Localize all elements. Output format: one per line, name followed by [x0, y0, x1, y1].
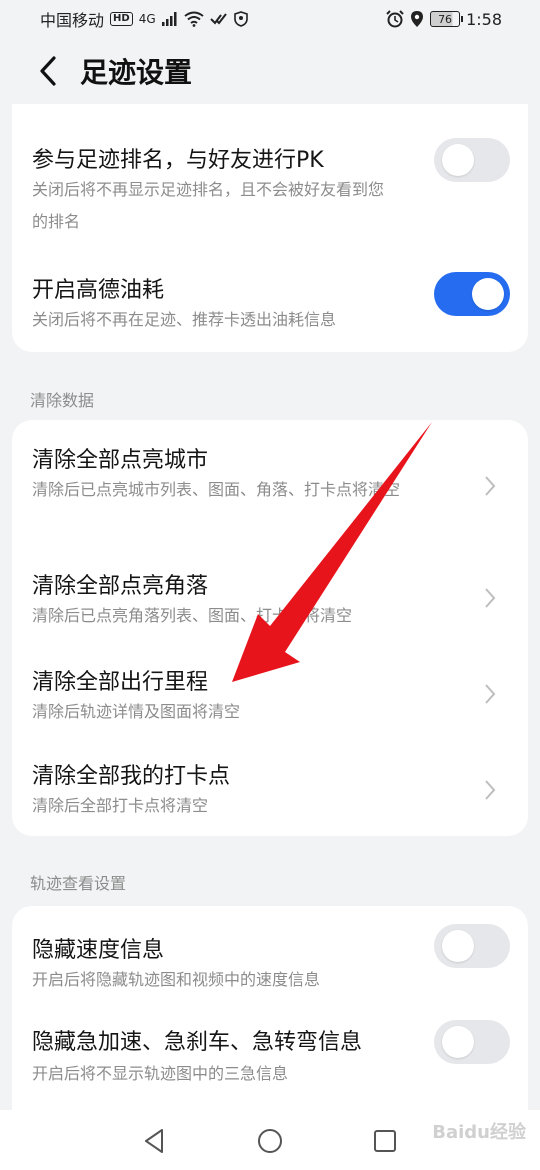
status-bar: 中国移动 HD 4G 76 1:58: [0, 0, 540, 38]
chevron-right-icon: [485, 476, 496, 496]
clear-row-trips[interactable]: 清除全部出行里程 清除后轨迹详情及图面将清空: [12, 650, 528, 744]
item-title: 清除全部我的打卡点: [32, 764, 231, 789]
chevron-right-icon: [485, 684, 496, 704]
setting-title: 参与足迹排名，与好友进行PK: [32, 148, 324, 173]
clear-row-checkins[interactable]: 清除全部我的打卡点 清除后全部打卡点将清空: [12, 744, 528, 836]
alarm-icon: [386, 10, 404, 28]
setting-row-footprint-ranking[interactable]: 参与足迹排名，与好友进行PK 关闭后将不再显示足迹排名，且不会被好友看到您的排名: [12, 104, 528, 240]
section-label-track-view: 轨迹查看设置: [30, 874, 127, 893]
item-title: 清除全部点亮角落: [32, 574, 209, 599]
watermark: Baidu经验: [432, 1122, 526, 1143]
hide-speed-toggle[interactable]: [434, 924, 510, 968]
wifi-icon: [184, 11, 204, 27]
battery-indicator: 76: [430, 11, 464, 27]
clear-data-card: 清除全部点亮城市 清除后已点亮城市列表、图面、角落、打卡点将清空 清除全部点亮角…: [12, 420, 528, 836]
fuel-consumption-toggle[interactable]: [434, 272, 510, 316]
setting-description: 关闭后将不再在足迹、推荐卡透出油耗信息: [32, 310, 337, 329]
setting-description: 开启后将隐藏轨迹图和视频中的速度信息: [32, 970, 321, 989]
track-view-card: 隐藏速度信息 开启后将隐藏轨迹图和视频中的速度信息 隐藏急加速、急刹车、急转弯信…: [12, 906, 528, 1110]
setting-title: 隐藏速度信息: [32, 938, 165, 963]
chevron-right-icon: [485, 780, 496, 800]
item-description: 清除后已点亮角落列表、图面、打卡点将清空: [32, 606, 353, 625]
nav-back-icon[interactable]: [140, 1126, 170, 1156]
section-label-clear-data: 清除数据: [30, 391, 95, 410]
privacy-settings-card: 参与足迹排名，与好友进行PK 关闭后将不再显示足迹排名，且不会被好友看到您的排名…: [12, 104, 528, 352]
shield-icon: [233, 11, 248, 27]
setting-row-hide-harsh-events[interactable]: 隐藏急加速、急刹车、急转弯信息 开启后将不显示轨迹图中的三急信息: [12, 1002, 528, 1110]
carrier-label: 中国移动: [40, 11, 105, 30]
back-button[interactable]: [28, 51, 68, 91]
setting-description: 关闭后将不再显示足迹排名，且不会被好友看到您的排名: [32, 180, 385, 231]
network-type: 4G: [138, 12, 156, 26]
setting-row-fuel-consumption[interactable]: 开启高德油耗 关闭后将不再在足迹、推荐卡透出油耗信息: [12, 244, 528, 344]
toggle-knob: [442, 930, 474, 962]
item-description: 清除后全部打卡点将清空: [32, 796, 209, 815]
ranking-toggle[interactable]: [434, 138, 510, 182]
setting-row-hide-speed[interactable]: 隐藏速度信息 开启后将隐藏轨迹图和视频中的速度信息: [12, 906, 528, 1002]
top-app-bar: 足迹设置: [0, 38, 540, 104]
hide-harsh-events-toggle[interactable]: [434, 1020, 510, 1064]
setting-title: 隐藏急加速、急刹车、急转弯信息: [32, 1030, 363, 1055]
toggle-knob: [472, 278, 504, 310]
setting-title: 开启高德油耗: [32, 278, 165, 303]
clear-row-cities[interactable]: 清除全部点亮城市 清除后已点亮城市列表、图面、角落、打卡点将清空: [12, 420, 528, 550]
nav-home-icon[interactable]: [255, 1126, 285, 1156]
clear-row-corners[interactable]: 清除全部点亮角落 清除后已点亮角落列表、图面、打卡点将清空: [12, 550, 528, 650]
clock: 1:58: [466, 9, 502, 29]
item-description: 清除后轨迹详情及图面将清空: [32, 702, 241, 721]
item-title: 清除全部出行里程: [32, 670, 209, 695]
item-title: 清除全部点亮城市: [32, 448, 209, 473]
chevron-left-icon: [40, 56, 56, 86]
hd-badge: HD: [110, 12, 133, 26]
signal-icon: [161, 12, 177, 26]
app-check-icon: [209, 13, 227, 25]
location-icon: [411, 11, 424, 27]
toggle-knob: [442, 1026, 474, 1058]
nav-recents-icon[interactable]: [370, 1126, 400, 1156]
setting-description: 开启后将不显示轨迹图中的三急信息: [32, 1064, 289, 1083]
status-left: 中国移动 HD 4G: [40, 7, 248, 31]
toggle-knob: [442, 144, 474, 176]
status-right: 76 1:58: [386, 10, 502, 29]
chevron-right-icon: [485, 588, 496, 608]
item-description: 清除后已点亮城市列表、图面、角落、打卡点将清空: [32, 480, 401, 499]
page-title: 足迹设置: [80, 56, 193, 89]
